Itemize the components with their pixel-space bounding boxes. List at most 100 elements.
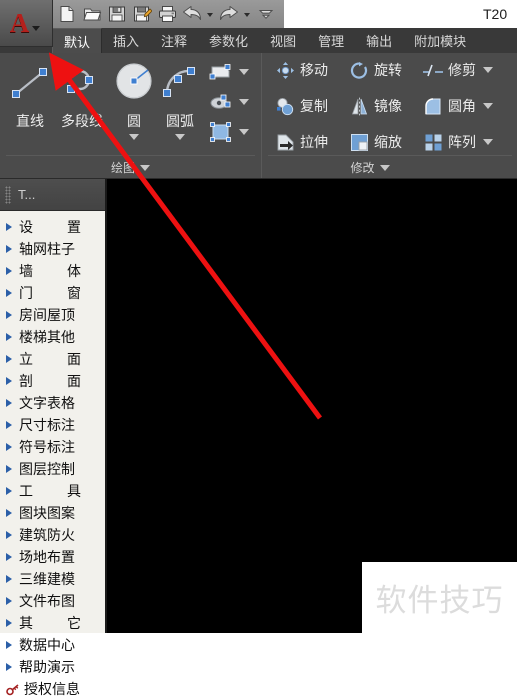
arc-icon [154,57,206,109]
modify-panel-divider [268,155,512,156]
sidebar-item-license-info[interactable]: 授权信息 [0,678,105,700]
modify-trim-button[interactable]: 修剪 [422,59,493,81]
save-as-icon[interactable] [131,3,153,25]
scale-icon [348,131,370,153]
sidebar-item-file-layout[interactable]: 文件布图 [0,590,105,612]
sidebar-item-text-table[interactable]: 文字表格 [0,392,105,414]
modify-copy-button[interactable]: 复制 [274,95,328,117]
draw-circle-dropdown-icon[interactable] [129,134,139,140]
expand-arrow-icon [6,597,12,605]
modify-array-button[interactable]: 阵列 [422,131,493,153]
sidebar-item-data-center[interactable]: 数据中心 [0,634,105,656]
draw-panel-expand-icon[interactable] [140,164,150,171]
sidebar-item-room-roof[interactable]: 房间屋顶 [0,304,105,326]
sidebar-item-label: 楼梯其他 [19,330,75,346]
undo-dropdown-icon[interactable] [207,13,213,17]
ribbon-tabs: 默认 插入 注释 参数化 视图 管理 输出 附加模块 [52,28,477,53]
draw-hatch-dropdown-icon[interactable] [239,69,249,75]
sidebar-item-label: 轴网柱子 [19,242,75,258]
stretch-icon [274,131,296,153]
tab-output[interactable]: 输出 [355,28,403,53]
expand-arrow-icon [6,531,12,539]
sidebar-item-block-pattern[interactable]: 图块图案 [0,502,105,524]
ribbon-panel-area: 直线 多段线 圆 圆弧 绘图 移动 旋转 修剪 复制 镜像 圆角 拉伸 缩放 阵… [0,53,517,179]
modify-move-button[interactable]: 移动 [274,59,328,81]
expand-arrow-icon [6,223,12,231]
draw-region-dropdown-icon[interactable] [239,129,249,135]
sidebar-item-help-demo[interactable]: 帮助演示 [0,656,105,678]
sidebar-item-tools[interactable]: 工具 [0,480,105,502]
draw-panel-title-row[interactable]: 绘图 [0,159,261,176]
draw-arc-dropdown-icon[interactable] [175,134,185,140]
save-icon[interactable] [106,3,128,25]
move-icon [274,59,296,81]
chevron-down-icon[interactable] [32,25,41,31]
draw-polyline-label: 多段线 [61,113,103,129]
tab-parametric[interactable]: 参数化 [198,28,259,53]
modify-mirror-button[interactable]: 镜像 [348,95,402,117]
sidebar-item-door-window[interactable]: 门窗 [0,282,105,304]
draw-polyline-button[interactable]: 多段线 [54,57,110,131]
modify-panel-expand-icon[interactable] [379,164,390,171]
watermark-text: 软件技巧 [375,583,504,619]
screen-menu-list: 设置 轴网柱子 墙体 门窗 房间屋顶 楼梯其他 立 面 剖 面 文字表格 尺寸标… [0,216,105,700]
sidebar-item-label: 建筑防火 [19,528,75,544]
expand-arrow-icon [6,355,12,363]
application-menu-button[interactable]: A [0,0,53,47]
modify-fillet-dropdown-icon[interactable] [483,103,493,109]
modify-stretch-button[interactable]: 拉伸 [274,131,328,153]
sidebar-item-elevation[interactable]: 立面 [0,348,105,370]
tab-insert[interactable]: 插入 [102,28,150,53]
expand-arrow-icon [6,245,12,253]
modify-fillet-label: 圆角 [448,98,476,114]
screen-menu-header[interactable]: T... [0,179,105,211]
sidebar-item-fire-protection[interactable]: 建筑防火 [0,524,105,546]
tab-manage[interactable]: 管理 [307,28,355,53]
sidebar-item-wall[interactable]: 墙体 [0,260,105,282]
redo-icon[interactable] [218,3,240,25]
fillet-icon [422,95,444,117]
tab-addins[interactable]: 附加模块 [403,28,477,53]
modify-fillet-button[interactable]: 圆角 [422,95,493,117]
draw-arc-button[interactable]: 圆弧 [152,57,208,140]
sidebar-item-dimension[interactable]: 尺寸标注 [0,414,105,436]
tab-annotate[interactable]: 注释 [150,28,198,53]
customize-qat-icon[interactable] [255,3,277,25]
new-file-icon[interactable] [56,3,78,25]
modify-trim-label: 修剪 [448,62,476,78]
draw-line-button[interactable]: 直线 [2,57,58,131]
sidebar-item-site-layout[interactable]: 场地布置 [0,546,105,568]
redo-dropdown-icon[interactable] [244,13,250,17]
tab-default[interactable]: 默认 [52,28,103,53]
expand-arrow-icon [6,267,12,275]
drag-grip-icon[interactable] [5,185,11,204]
hatch-icon [208,61,234,83]
draw-hatch-button[interactable] [208,61,249,83]
modify-panel-title-row[interactable]: 修改 [262,159,478,176]
sidebar-item-layer-control[interactable]: 图层控制 [0,458,105,480]
modify-scale-button[interactable]: 缩放 [348,131,402,153]
sidebar-item-stairs-others[interactable]: 楼梯其他 [0,326,105,348]
sidebar-item-3d-modeling[interactable]: 三维建模 [0,568,105,590]
region-icon [208,121,234,143]
draw-gradient-button[interactable] [208,91,249,113]
sidebar-item-others[interactable]: 其它 [0,612,105,634]
draw-gradient-dropdown-icon[interactable] [239,99,249,105]
undo-icon[interactable] [181,3,203,25]
sidebar-item-axis-grid-columns[interactable]: 轴网柱子 [0,238,105,260]
draw-region-button[interactable] [208,121,249,143]
expand-arrow-icon [6,289,12,297]
sidebar-item-settings[interactable]: 设置 [0,216,105,238]
modify-trim-dropdown-icon[interactable] [483,67,493,73]
copy-icon [274,95,296,117]
modify-rotate-button[interactable]: 旋转 [348,59,402,81]
modify-stretch-label: 拉伸 [300,134,328,150]
sidebar-item-section[interactable]: 剖面 [0,370,105,392]
print-icon[interactable] [156,3,178,25]
sidebar-item-symbol-annotation[interactable]: 符号标注 [0,436,105,458]
open-file-icon[interactable] [81,3,103,25]
expand-arrow-icon [6,553,12,561]
modify-array-dropdown-icon[interactable] [483,139,493,145]
tab-view[interactable]: 视图 [259,28,307,53]
expand-arrow-icon [6,421,12,429]
